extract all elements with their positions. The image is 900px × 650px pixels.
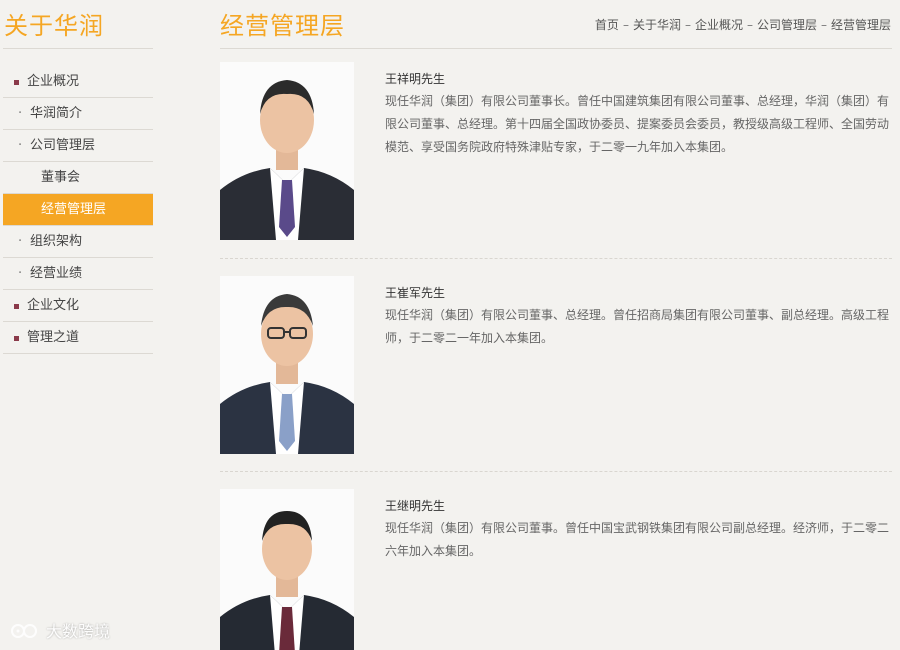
breadcrumb-separator: – xyxy=(622,18,629,32)
breadcrumb-home[interactable]: 首页 xyxy=(595,18,619,32)
watermark: 大数跨境 xyxy=(10,618,110,642)
sidebar-item-board[interactable]: 董事会 xyxy=(3,162,153,194)
sidebar-title: 关于华润 xyxy=(4,12,104,40)
breadcrumb-separator: – xyxy=(820,18,827,32)
executive-name: 王继明先生 xyxy=(385,499,446,513)
executive-photo xyxy=(220,489,354,650)
card-divider xyxy=(220,258,892,259)
executive-info: 王继明先生 现任华润（集团）有限公司董事。曾任中国宝武钢铁集团有限公司副总经理。… xyxy=(385,495,893,563)
executive-info: 王祥明先生 现任华润（集团）有限公司董事长。曾任中国建筑集团有限公司董事、总经理… xyxy=(385,68,893,159)
watermark-logo-icon xyxy=(11,624,37,638)
executive-photo xyxy=(220,62,354,240)
executive-name: 王祥明先生 xyxy=(385,72,446,86)
breadcrumb: 首页 – 关于华润 – 企业概况 – 公司管理层 – 经营管理层 xyxy=(595,16,891,33)
sidebar: 关于华润 企业概况 华润简介 公司管理层 董事会 经营管理层 组织架构 经营业绩… xyxy=(0,0,155,650)
sidebar-divider xyxy=(3,48,153,49)
sidebar-item-management[interactable]: 公司管理层 xyxy=(3,130,153,162)
executive-bio: 现任华润（集团）有限公司董事、总经理。曾任招商局集团有限公司董事、副总经理。高级… xyxy=(385,308,890,345)
breadcrumb-overview[interactable]: 企业概况 xyxy=(695,18,743,32)
breadcrumb-separator: – xyxy=(684,18,691,32)
breadcrumb-management[interactable]: 公司管理层 xyxy=(757,18,817,32)
executive-name: 王崔军先生 xyxy=(385,286,446,300)
executive-photo xyxy=(220,276,354,454)
executive-bio: 现任华润（集团）有限公司董事。曾任中国宝武钢铁集团有限公司副总经理。经济师，于二… xyxy=(385,521,890,558)
header-divider xyxy=(220,48,892,49)
watermark-text: 大数跨境 xyxy=(46,622,111,641)
breadcrumb-separator: – xyxy=(746,18,753,32)
sidebar-item-performance[interactable]: 经营业绩 xyxy=(3,258,153,290)
breadcrumb-current: 经营管理层 xyxy=(830,18,891,32)
executive-info: 王崔军先生 现任华润（集团）有限公司董事、总经理。曾任招商局集团有限公司董事、副… xyxy=(385,282,893,350)
sidebar-item-company-overview[interactable]: 企业概况 xyxy=(3,66,153,98)
executive-bio: 现任华润（集团）有限公司董事长。曾任中国建筑集团有限公司董事、总经理，华润（集团… xyxy=(385,94,890,154)
sidebar-item-culture[interactable]: 企业文化 xyxy=(3,290,153,322)
sidebar-item-org-structure[interactable]: 组织架构 xyxy=(3,226,153,258)
breadcrumb-about[interactable]: 关于华润 xyxy=(633,18,681,32)
sidebar-item-cr-intro[interactable]: 华润简介 xyxy=(3,98,153,130)
sidebar-item-executive-management[interactable]: 经营管理层 xyxy=(3,194,153,226)
sidebar-nav: 企业概况 华润简介 公司管理层 董事会 经营管理层 组织架构 经营业绩 企业文化… xyxy=(3,66,153,354)
sidebar-item-management-way[interactable]: 管理之道 xyxy=(3,322,153,354)
page-title: 经营管理层 xyxy=(220,12,345,40)
card-divider xyxy=(220,471,892,472)
